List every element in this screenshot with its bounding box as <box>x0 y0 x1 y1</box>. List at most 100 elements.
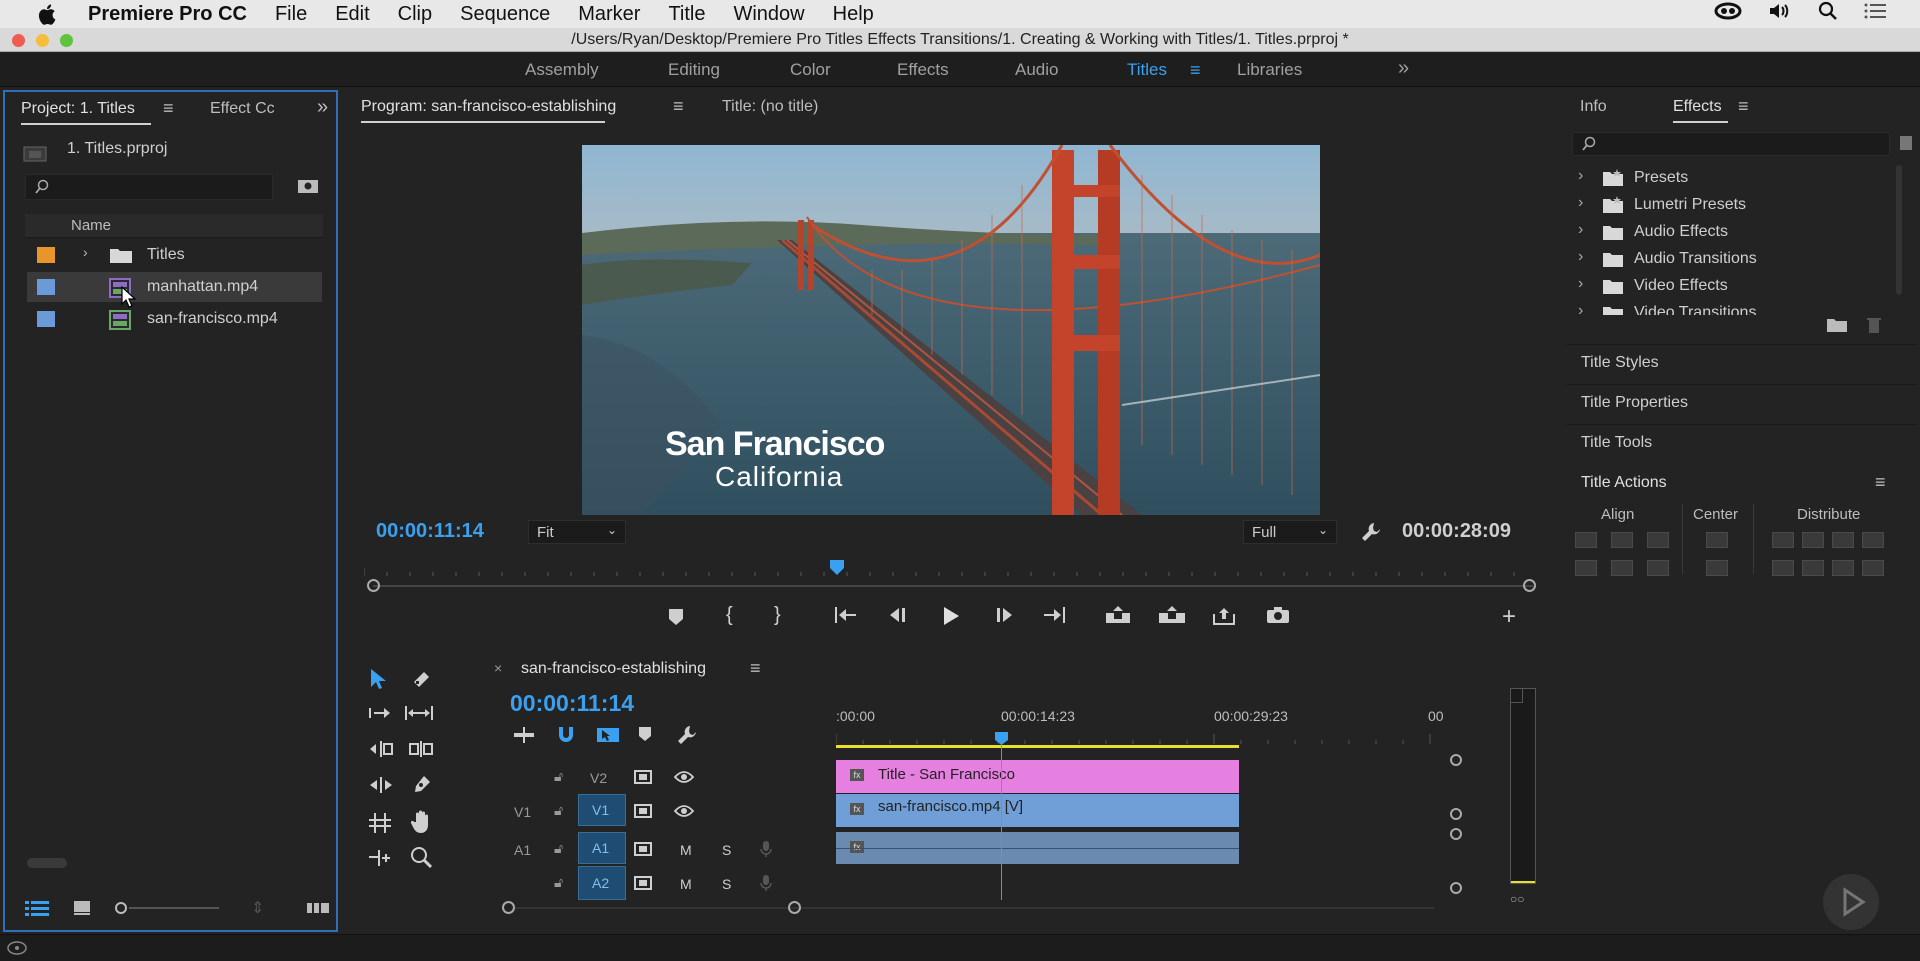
track-name-v2[interactable]: V2 <box>590 770 607 786</box>
track-lanes[interactable]: fx Title - San Francisco fx san-francisc… <box>836 744 1446 900</box>
sync-lock-icon[interactable] <box>634 842 652 861</box>
solo-meter-icon[interactable]: ○○ <box>1510 892 1525 906</box>
expand-chevron-icon[interactable]: › <box>1578 194 1583 212</box>
resolution-select[interactable]: Full ⌄ <box>1243 520 1337 544</box>
list-item[interactable]: › Titles <box>27 240 322 270</box>
zoom-tool-icon[interactable] <box>410 846 433 874</box>
program-panel-menu-icon[interactable]: ≡ <box>673 96 684 117</box>
snap-magnet-icon[interactable] <box>556 726 576 749</box>
razor-tool-icon[interactable] <box>410 668 432 696</box>
export-frame-to-icon[interactable] <box>1212 606 1236 632</box>
more-workspaces-icon[interactable]: » <box>1398 57 1409 80</box>
title-styles-header[interactable]: Title Styles <box>1567 344 1917 380</box>
timeline-time-ruler[interactable] <box>835 732 1446 748</box>
add-marker-icon[interactable] <box>638 726 652 747</box>
voice-over-mic-icon[interactable] <box>760 874 772 897</box>
play-icon[interactable] <box>942 606 960 632</box>
close-window-button[interactable] <box>12 34 25 47</box>
center-vertical-icon[interactable] <box>1706 560 1728 576</box>
panel-overflow-icon[interactable]: » <box>317 96 328 119</box>
distribute-middle-icon[interactable] <box>1802 560 1824 576</box>
label-color-swatch[interactable] <box>37 247 55 263</box>
menu-window[interactable]: Window <box>733 3 804 26</box>
voice-over-mic-icon[interactable] <box>760 840 772 863</box>
tab-sequence[interactable]: san-francisco-establishing <box>521 660 706 678</box>
tab-info[interactable]: Info <box>1580 98 1607 116</box>
zoom-slider-handle[interactable] <box>115 902 127 914</box>
tab-effect-controls[interactable]: Effect Cc <box>210 100 275 118</box>
menu-title[interactable]: Title <box>668 3 705 26</box>
project-panel-menu-icon[interactable]: ≡ <box>163 98 174 119</box>
distribute-vertical-even-icon[interactable] <box>1862 560 1884 576</box>
expand-chevron-icon[interactable]: › <box>1578 167 1583 185</box>
title-actions-menu-icon[interactable]: ≡ <box>1875 472 1886 493</box>
workspace-audio[interactable]: Audio <box>1015 60 1058 80</box>
tab-effects[interactable]: Effects <box>1673 98 1722 116</box>
column-header-name[interactable]: Name <box>71 217 111 234</box>
list-item[interactable]: › Audio Effects <box>1566 219 1896 245</box>
label-color-swatch[interactable] <box>37 279 55 295</box>
timeline-timecode[interactable]: 00:00:11:14 <box>510 690 634 717</box>
center-horizontal-icon[interactable] <box>1706 532 1728 548</box>
freeform-view-icon[interactable] <box>307 901 329 920</box>
track-lock-icon[interactable]: 🔓︎ <box>554 768 563 785</box>
rate-stretch-tool-icon[interactable] <box>368 776 394 800</box>
align-bottom-icon[interactable] <box>1647 560 1669 576</box>
go-to-out-icon[interactable] <box>1042 606 1066 630</box>
tab-project[interactable]: Project: 1. Titles <box>21 100 135 118</box>
track-target-a2[interactable]: A2 <box>578 866 626 900</box>
workspace-color[interactable]: Color <box>790 60 831 80</box>
list-item[interactable]: › Audio Transitions <box>1566 246 1896 272</box>
step-forward-icon[interactable] <box>994 606 1014 630</box>
minimize-window-button[interactable] <box>36 34 49 47</box>
track-scroll-handle[interactable] <box>1450 754 1462 766</box>
source-patch-a1[interactable]: A1 <box>514 842 531 858</box>
icon-view-icon[interactable] <box>73 900 91 921</box>
nest-sequence-icon[interactable] <box>512 726 536 749</box>
track-scroll-handle[interactable] <box>1450 882 1462 894</box>
expand-chevron-icon[interactable]: › <box>83 244 88 260</box>
effects-panel-menu-icon[interactable]: ≡ <box>1738 96 1749 117</box>
mute-button[interactable]: M <box>680 876 692 892</box>
title-tools-header[interactable]: Title Tools <box>1567 424 1917 460</box>
sync-lock-icon[interactable] <box>634 804 652 823</box>
zoom-start-handle[interactable] <box>502 901 515 914</box>
spotlight-search-icon[interactable] <box>1818 1 1838 27</box>
toggle-output-eye-icon[interactable] <box>673 770 695 789</box>
lift-icon[interactable] <box>1105 606 1131 630</box>
menu-file[interactable]: File <box>275 3 307 26</box>
sync-lock-icon[interactable] <box>634 770 652 789</box>
playhead-line[interactable] <box>1001 744 1002 900</box>
menu-marker[interactable]: Marker <box>578 3 640 26</box>
workspace-assembly[interactable]: Assembly <box>525 60 599 80</box>
title-clip[interactable]: fx Title - San Francisco <box>836 760 1239 793</box>
zoom-scroll-track[interactable] <box>373 585 1533 587</box>
step-back-icon[interactable] <box>888 606 908 630</box>
zoom-level-select[interactable]: Fit ⌄ <box>528 520 626 544</box>
expand-chevron-icon[interactable]: › <box>1578 248 1583 266</box>
label-color-swatch[interactable] <box>37 311 55 327</box>
toggle-output-eye-icon[interactable] <box>673 804 695 823</box>
sync-lock-icon[interactable] <box>634 876 652 895</box>
list-item[interactable]: › Video Effects <box>1566 273 1896 299</box>
accelerated-effects-icon[interactable] <box>1898 134 1914 157</box>
type-tool-icon[interactable] <box>368 846 392 874</box>
align-middle-icon[interactable] <box>1611 560 1633 576</box>
new-search-bin-icon[interactable] <box>297 178 319 199</box>
solo-button[interactable]: S <box>722 876 731 892</box>
solo-button[interactable]: S <box>722 842 731 858</box>
align-right-icon[interactable] <box>1647 532 1669 548</box>
sync-status-icon[interactable] <box>6 940 28 961</box>
selection-tool-icon[interactable] <box>368 668 388 696</box>
timeline-panel-menu-icon[interactable]: ≡ <box>750 658 761 679</box>
title-properties-header[interactable]: Title Properties <box>1567 384 1917 420</box>
pen-tool-icon[interactable] <box>410 774 432 802</box>
effects-scrollbar[interactable] <box>1896 165 1902 295</box>
distribute-right-icon[interactable] <box>1832 532 1854 548</box>
video-clip[interactable]: fx san-francisco.mp4 [V] <box>836 794 1239 827</box>
track-select-tool-icon[interactable] <box>368 704 392 728</box>
menu-sequence[interactable]: Sequence <box>460 3 550 26</box>
slip-tool-icon[interactable] <box>404 704 434 728</box>
distribute-bottom-icon[interactable] <box>1832 560 1854 576</box>
mark-out-icon[interactable]: } <box>774 604 781 627</box>
